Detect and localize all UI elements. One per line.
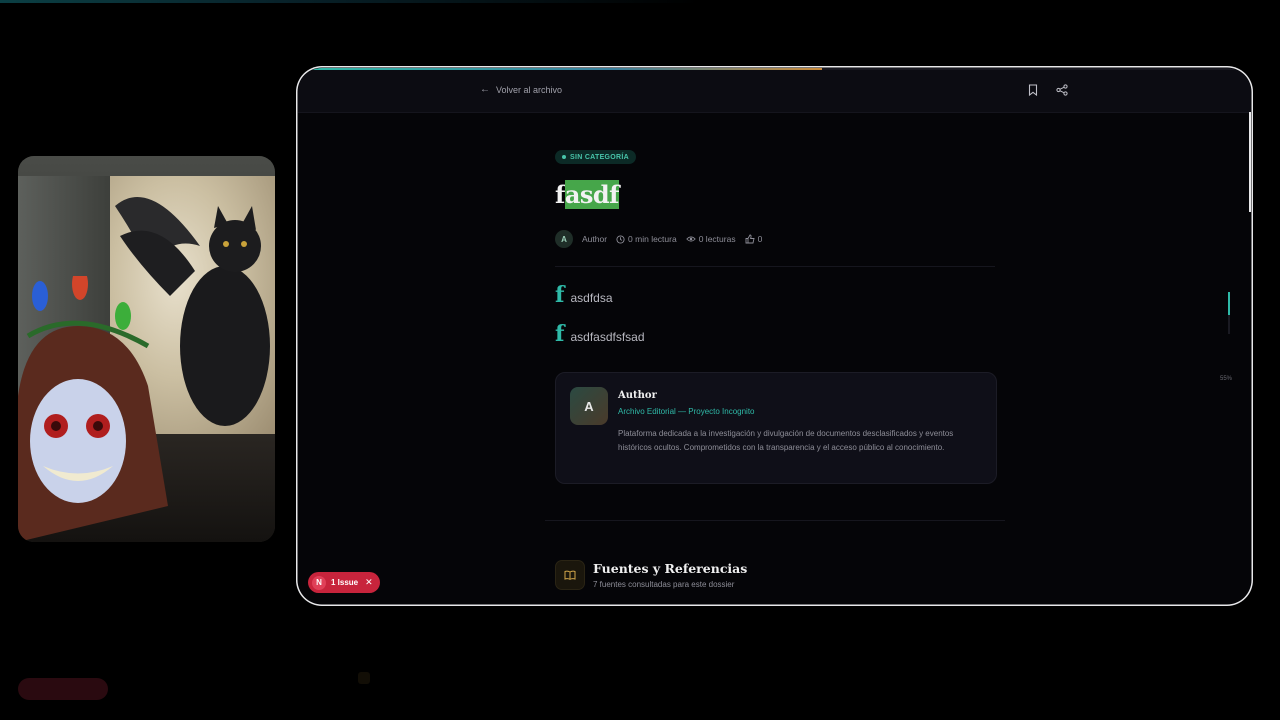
eye-icon [685,236,696,242]
webcam-person-icon [18,276,168,542]
read-time: 0 min lectura [616,234,677,244]
author-card-avatar: A [570,387,608,425]
author-card-name: Author [618,390,657,401]
author-card-bio: Plataforma dedicada a la investigación y… [618,429,954,452]
thumbs-up-icon [745,234,755,244]
drop-cap: f [555,321,565,347]
section-divider [545,520,1005,521]
author-card-org[interactable]: Archivo Editorial — Proyecto Incognito [618,407,755,416]
reading-progress-rail-fill [1228,292,1230,316]
category-badge: SIN CATEGORÍA [555,150,636,164]
paragraph: f asdfdsa [555,282,613,308]
like-button[interactable]: 0 [745,234,763,244]
article-meta: A Author 0 min lectura 0 lecturas 0 [555,230,762,248]
author-card: A Author Archivo Editorial — Proyecto In… [555,372,997,484]
author-avatar: A [555,230,573,248]
share-icon [1056,84,1068,96]
share-button[interactable] [1055,83,1069,97]
issues-label: 1 Issue [331,578,359,587]
dev-issues-button[interactable]: N 1 Issue ✕ [308,572,380,593]
ghost-reflection-pill [18,678,108,700]
arrow-left-icon: ← [480,84,490,95]
webcam-overlay [18,156,275,542]
read-count-label: 0 lecturas [698,234,736,244]
panel-scrollbar[interactable] [1249,112,1251,212]
reading-progress-rail [1228,292,1230,334]
like-count: 0 [757,234,763,244]
read-time-label: 0 min lectura [628,234,677,244]
paragraph-text: asdfasdfsfsad [570,330,645,344]
back-to-archive-link[interactable]: ← Volver al archivo [480,84,562,95]
top-glow [0,0,700,3]
reading-progress-percent: 55% [1220,376,1233,382]
paragraph-text: asdfdsa [570,291,613,305]
drop-cap: f [555,282,565,308]
read-count: 0 lecturas [685,234,736,244]
close-icon[interactable]: ✕ [365,577,373,588]
ghost-reflection-icon [358,672,370,684]
author-name: Author [582,234,608,244]
book-icon [555,560,585,590]
sources-subtitle: 7 fuentes consultadas para este dossier [593,580,735,589]
category-label: SIN CATEGORÍA [570,153,629,161]
bookmark-icon [1028,84,1038,96]
title-prefix: f [555,180,565,209]
bookmark-button[interactable] [1026,83,1040,97]
article-topbar: ← Volver al archivo [298,70,1251,113]
back-link-label: Volver al archivo [496,84,563,95]
next-logo-icon: N [312,575,326,590]
badge-dot-icon [562,155,566,159]
meta-divider [555,266,995,267]
title-selected-text: asdf [564,180,620,209]
clock-icon [616,234,625,244]
article-panel-inner: ← Volver al archivo SIN CATEGORÍA fasdf … [298,68,1251,604]
article-title[interactable]: fasdf [555,180,620,209]
sources-heading: Fuentes y Referencias [593,561,748,576]
article-panel: ← Volver al archivo SIN CATEGORÍA fasdf … [296,66,1253,606]
paragraph: f asdfasdfsfsad [555,321,645,347]
